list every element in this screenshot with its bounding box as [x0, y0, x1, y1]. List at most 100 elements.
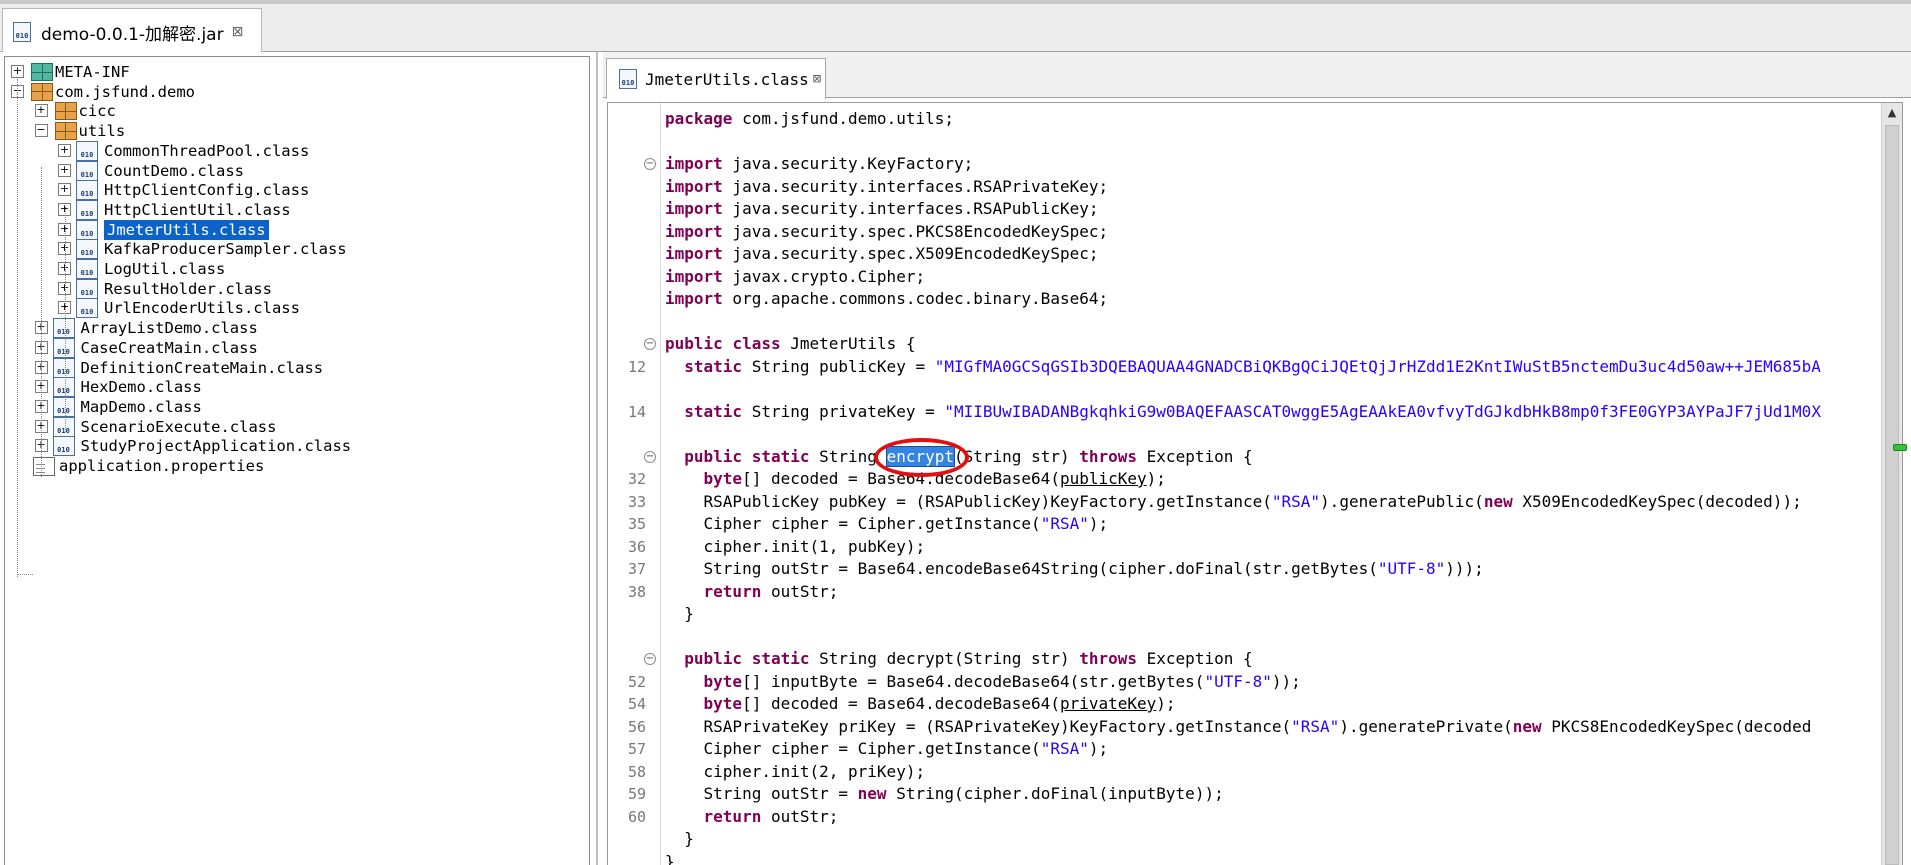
code-line: 14 static String privateKey = "MIIBUwIBA… — [608, 401, 1902, 424]
tree-item-label: KafkaProducerSampler.class — [104, 240, 347, 259]
package-icon — [31, 82, 53, 101]
code-text: } — [665, 851, 675, 865]
code-text: byte[] decoded = Base64.decodeBase64(pri… — [703, 694, 1176, 713]
code-line: 57 Cipher cipher = Cipher.getInstance("R… — [608, 738, 1902, 761]
tree-item-label: ResultHolder.class — [104, 279, 272, 298]
tree-expander-icon[interactable]: + — [11, 65, 24, 78]
line-number: 54 — [627, 695, 646, 713]
code-text: import java.security.KeyFactory; — [665, 154, 974, 173]
code-line: } — [608, 828, 1902, 851]
line-number: 52 — [627, 672, 646, 691]
tree-item[interactable]: application.properties — [29, 454, 264, 478]
code-line: 54 byte[] decoded = Base64.decodeBase64(… — [608, 693, 1902, 716]
close-icon[interactable]: ⊠ — [232, 24, 244, 40]
tree-item-label: utils — [78, 122, 126, 141]
line-number: 33 — [627, 492, 646, 511]
code-line: − public static String encrypt(String st… — [608, 445, 1902, 469]
code-text: } — [665, 604, 694, 623]
code-editor[interactable]: package com.jsfund.demo.utils; − import ja… — [607, 102, 1903, 865]
code-line: − public class JmeterUtils { — [608, 333, 1902, 356]
tree-item-label: CommonThreadPool.class — [104, 141, 310, 160]
code-line: 52 byte[] inputByte = Base64.decodeBase6… — [608, 671, 1902, 694]
code-line: 37 String outStr = Base64.encodeBase64St… — [608, 558, 1902, 581]
folder-icon — [31, 63, 53, 81]
vertical-scrollbar[interactable]: ▲ — [1881, 103, 1902, 865]
tab-jar-file[interactable]: 010 demo-0.0.1-加解密.jar ⊠ — [2, 8, 262, 55]
code-line: import java.security.interfaces.RSAPubli… — [608, 198, 1902, 221]
code-text: RSAPrivateKey priKey = (RSAPrivateKey)Ke… — [665, 716, 1812, 736]
code-text: byte[] decoded = Base64.decodeBase64(pub… — [703, 469, 1166, 488]
code-text: public static String decrypt(String str)… — [684, 649, 1253, 668]
tree-guide-line — [17, 574, 33, 575]
code-text: import javax.crypto.Cipher; — [665, 266, 926, 286]
tree-item-label: CountDemo.class — [104, 161, 244, 180]
tree-expander-icon[interactable]: + — [34, 104, 48, 118]
encrypt-method-name: encrypt — [885, 445, 956, 467]
fold-collapse-icon[interactable]: − — [644, 653, 656, 665]
tree-item-label: ScenarioExecute.class — [80, 417, 277, 436]
tree-expander-icon[interactable]: − — [34, 124, 48, 138]
tree-item-label: cicc — [78, 102, 116, 121]
tree-item-label: HttpClientConfig.class — [104, 181, 310, 200]
tree-expander-icon[interactable]: + — [58, 143, 71, 157]
code-line: 36 cipher.init(1, pubKey); — [608, 536, 1902, 559]
line-number: 59 — [627, 785, 646, 803]
tree-item-label: LogUtil.class — [104, 260, 226, 278]
code-line: package com.jsfund.demo.utils; — [608, 108, 1902, 131]
code-text: public static String encrypt(String str)… — [684, 445, 1253, 467]
line-number: 38 — [627, 582, 646, 601]
fold-collapse-icon[interactable]: − — [644, 338, 656, 350]
fold-collapse-icon[interactable]: − — [644, 158, 656, 170]
code-text: String outStr = new String(cipher.doFina… — [665, 784, 1224, 803]
code-text: cipher.init(2, priKey); — [665, 761, 926, 781]
tree-expander-icon[interactable]: + — [58, 163, 71, 177]
tree-guide-line — [41, 167, 42, 477]
code-line: import javax.crypto.Cipher; — [608, 266, 1902, 289]
line-number: 56 — [627, 717, 646, 736]
code-text: import java.security.spec.X509EncodedKey… — [665, 244, 1099, 263]
line-number: 57 — [627, 740, 646, 758]
code-text: String outStr = Base64.encodeBase64Strin… — [665, 559, 1484, 578]
editor-area-tabbar: 010 demo-0.0.1-加解密.jar ⊠ — [0, 0, 1911, 55]
code-line: 35 Cipher cipher = Cipher.getInstance("R… — [608, 513, 1902, 536]
close-icon[interactable]: ⊠ — [813, 71, 821, 87]
tree-guide-line — [65, 207, 66, 432]
code-line: import java.security.spec.X509EncodedKey… — [608, 243, 1902, 266]
line-number: 32 — [627, 470, 646, 488]
overview-ruler-marker[interactable] — [1893, 444, 1907, 451]
tree-expander-icon[interactable]: + — [58, 183, 71, 197]
scroll-up-icon[interactable]: ▲ — [1884, 105, 1900, 121]
class-file-icon: 010 — [619, 69, 637, 89]
line-number: 58 — [627, 762, 646, 781]
editor-tabbar: 010 JmeterUtils.class ⊠ — [603, 52, 1911, 99]
code-text: return outStr; — [703, 581, 839, 601]
code-text: package com.jsfund.demo.utils; — [665, 109, 954, 128]
code-text: } — [665, 829, 694, 848]
jar-file-icon: 010 — [13, 22, 31, 42]
tab-jmeterutils-label: JmeterUtils.class — [645, 69, 809, 89]
tree-item-label: UrlEncoderUtils.class — [104, 299, 300, 318]
code-line: 32 byte[] decoded = Base64.decodeBase64(… — [608, 468, 1902, 491]
code-line: 59 String outStr = new String(cipher.doF… — [608, 783, 1902, 806]
tab-jar-file-label: demo-0.0.1-加解密.jar — [41, 24, 224, 45]
code-line: − public static String decrypt(String st… — [608, 648, 1902, 671]
code-line: } — [608, 851, 1902, 865]
code-text: public class JmeterUtils { — [665, 334, 916, 353]
class-editor-pane: 010 JmeterUtils.class ⊠ package com.jsfu… — [603, 52, 1911, 865]
tree-item-label: DefinitionCreateMain.class — [80, 358, 324, 377]
tab-jmeterutils-class[interactable]: 010 JmeterUtils.class ⊠ — [606, 58, 826, 99]
scrollbar-thumb[interactable] — [1885, 125, 1899, 865]
package-icon — [54, 122, 77, 141]
fold-collapse-icon[interactable]: − — [644, 450, 656, 463]
code-line: 38 return outStr; — [608, 581, 1902, 604]
code-line: − import java.security.KeyFactory; — [608, 153, 1902, 176]
code-line: 33 RSAPublicKey pubKey = (RSAPublicKey)K… — [608, 491, 1902, 514]
line-number: 37 — [627, 560, 646, 578]
code-text: static String privateKey = "MIIBUwIBADAN… — [684, 401, 1821, 421]
line-number: 14 — [627, 402, 646, 421]
code-text: import java.security.interfaces.RSAPubli… — [665, 199, 1099, 218]
